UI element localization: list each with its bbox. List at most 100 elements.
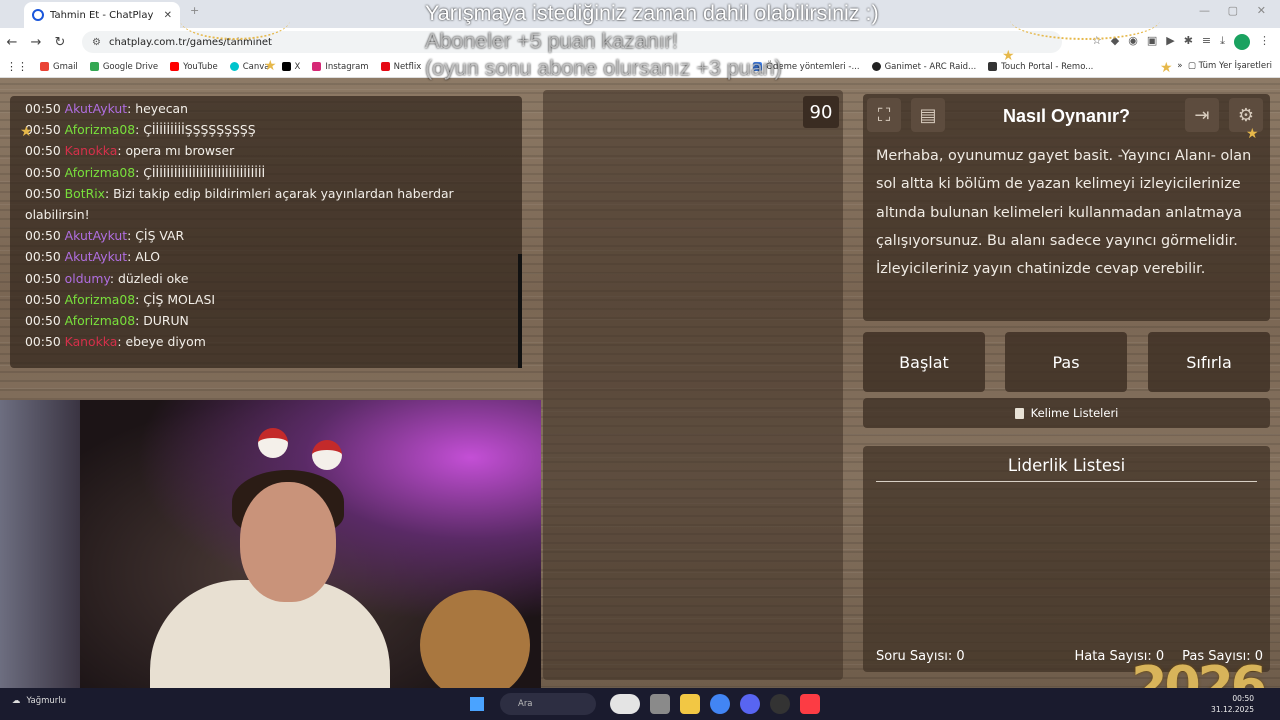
gmail-icon xyxy=(40,62,49,71)
taskbar-search[interactable]: Ara xyxy=(500,693,596,715)
profile-avatar[interactable] xyxy=(1234,34,1250,50)
star-icon: ★ xyxy=(264,58,277,74)
music-icon[interactable] xyxy=(800,694,820,714)
weather-widget[interactable]: ☁ Yağmurlu xyxy=(12,696,66,706)
file-explorer-icon[interactable] xyxy=(680,694,700,714)
extensions-puzzle-icon[interactable]: ✱ xyxy=(1184,34,1193,50)
control-panel: ⛶ ▤ Nasıl Oynanır? ⇥ ⚙ Merhaba, oyunumuz… xyxy=(863,94,1270,672)
chat-time: 00:50 xyxy=(25,270,61,286)
maximize-icon[interactable]: ▢ xyxy=(1228,4,1238,17)
chat-message: 00:50 oldumy: düzledi oke xyxy=(25,270,189,286)
apps-grid-icon[interactable]: ⋮⋮ xyxy=(6,60,28,73)
extension-icon[interactable]: ▣ xyxy=(1147,34,1157,50)
document-icon xyxy=(1014,407,1024,419)
play-icon[interactable]: ▶ xyxy=(1166,34,1174,50)
minimize-icon[interactable]: — xyxy=(1199,4,1210,17)
question-count: Soru Sayısı: 0 xyxy=(876,649,965,664)
taskbar-apps xyxy=(610,694,820,714)
game-page: 00:50 AkutAykut: heyecan 00:50 Aforizma08… xyxy=(0,78,1280,688)
reload-icon[interactable]: ↻ xyxy=(48,35,72,50)
chat-username[interactable]: oldumy xyxy=(65,271,110,286)
menu-icon[interactable]: ⋮ xyxy=(1259,34,1270,50)
chat-message: 00:50 Aforizma08: Çİİİİİİİİİİİİİİİİİİİİİ… xyxy=(25,164,266,180)
chat-username[interactable]: Aforizma08 xyxy=(65,122,135,137)
chat-text: ALO xyxy=(135,249,160,265)
overlay-line-1: Yarışmaya istediğiniz zaman dahil olabil… xyxy=(425,1,879,25)
chat-time: 00:50 xyxy=(25,334,61,350)
system-clock[interactable]: 00:50 31.12.2025 xyxy=(1211,693,1254,715)
star-icon: ★ xyxy=(1246,126,1259,142)
youtube-icon xyxy=(170,62,180,71)
windows-start-icon[interactable] xyxy=(470,697,484,711)
chat-panel: 00:50 AkutAykut: heyecan 00:50 Aforizma08… xyxy=(10,96,522,368)
bookmark-netflix[interactable]: Netflix xyxy=(380,62,421,72)
chat-message: 00:50 AkutAykut: heyecan xyxy=(25,101,188,116)
chat-time: 00:50 xyxy=(25,249,61,265)
all-bookmarks[interactable]: » ▢ Tüm Yer İşaretleri xyxy=(1177,61,1272,71)
chat-text: ÇİŞ VAR xyxy=(135,228,185,244)
star-icon: ★ xyxy=(20,124,33,140)
word-lists-button[interactable]: Kelime Listeleri xyxy=(863,398,1270,428)
chat-username[interactable]: BotRix xyxy=(65,186,105,201)
reading-list-icon[interactable]: ≡ xyxy=(1202,34,1211,50)
chat-message: 00:50 Aforizma08: ÇİŞ MOLASI xyxy=(25,291,215,307)
chat-time: 00:50 xyxy=(25,101,61,116)
chat-username[interactable]: Kanokka xyxy=(65,334,118,349)
webcam-wall xyxy=(0,400,80,688)
pass-button[interactable]: Pas xyxy=(1005,332,1127,392)
chrome-icon[interactable] xyxy=(710,694,730,714)
teddy-bear xyxy=(420,590,530,688)
game-area: 90 xyxy=(543,90,843,680)
countdown-timer: 90 xyxy=(803,96,839,128)
steam-icon[interactable] xyxy=(770,694,790,714)
forward-icon[interactable]: → xyxy=(24,35,48,50)
widget-icon[interactable] xyxy=(610,694,640,714)
canva-icon xyxy=(229,62,239,71)
tab-title: Tahmin Et - ChatPlay xyxy=(50,9,154,21)
chat-time: 00:50 xyxy=(25,291,61,307)
chat-text: ÇİŞ MOLASI xyxy=(143,291,215,307)
close-tab-icon[interactable]: ✕ xyxy=(164,10,172,21)
bookmark-drive[interactable]: Google Drive xyxy=(89,62,158,72)
bookmark-instagram[interactable]: Instagram xyxy=(312,62,369,72)
download-icon[interactable]: ⤓ xyxy=(1220,34,1225,50)
chat-message: 00:50 Aforizma08: ÇİİİİİİİİİŞŞŞŞŞŞŞŞŞ xyxy=(25,122,256,138)
window-close-icon[interactable]: ✕ xyxy=(1257,4,1266,17)
reset-button[interactable]: Sıfırla xyxy=(1148,332,1270,392)
windows-taskbar: ☁ Yağmurlu Ara 00:50 31.12.2025 xyxy=(0,688,1280,720)
bookmark-gmail[interactable]: Gmail xyxy=(40,62,78,72)
extension-icon[interactable]: ◉ xyxy=(1128,34,1138,50)
stream-overlay-text: Yarışmaya istediğiniz zaman dahil olabil… xyxy=(425,0,879,83)
start-button[interactable]: Başlat xyxy=(863,332,985,392)
chatplay-favicon-icon xyxy=(32,9,44,21)
bookmark-youtube[interactable]: YouTube xyxy=(170,62,218,72)
chat-message: 00:50 Kanokka: opera mı browser xyxy=(25,143,235,159)
task-view-icon[interactable] xyxy=(650,694,670,714)
site-info-icon[interactable]: ⚙ xyxy=(92,37,101,48)
chat-username[interactable]: AkutAykut xyxy=(65,249,127,264)
x-icon xyxy=(281,62,291,71)
star-icon: ★ xyxy=(1160,60,1173,76)
discord-icon[interactable] xyxy=(740,694,760,714)
chat-username[interactable]: AkutAykut xyxy=(65,228,127,243)
chat-message: 00:50 Kanokka: ebeye diyom xyxy=(25,334,206,350)
rain-cloud-icon: ☁ xyxy=(12,696,21,706)
chat-message: 00:50 AkutAykut: ÇİŞ VAR xyxy=(25,228,185,244)
chat-username[interactable]: AkutAykut xyxy=(65,101,127,116)
chat-username[interactable]: Aforizma08 xyxy=(65,313,135,328)
leaderboard-panel: Liderlik Listesi Soru Sayısı: 0 Hata Say… xyxy=(863,446,1270,672)
bookmark-arc-raiders[interactable]: Ganimet - ARC Raid... xyxy=(871,62,976,72)
chat-scrollbar[interactable] xyxy=(518,254,522,368)
santa-hat-icon xyxy=(258,428,288,458)
chat-username[interactable]: Kanokka xyxy=(65,143,118,158)
exit-icon[interactable]: ⇥ xyxy=(1185,98,1219,132)
chat-username[interactable]: Aforizma08 xyxy=(65,292,135,307)
chat-username[interactable]: Aforizma08 xyxy=(65,165,135,180)
back-icon[interactable]: ← xyxy=(0,35,24,50)
chat-text: düzledi oke xyxy=(118,270,189,286)
browser-tab[interactable]: Tahmin Et - ChatPlay ✕ xyxy=(24,2,180,28)
santa-hat-icon xyxy=(312,440,342,470)
chat-time: 00:50 xyxy=(25,143,61,159)
bookmark-x[interactable]: X xyxy=(281,62,300,72)
touch-portal-icon xyxy=(988,62,998,71)
